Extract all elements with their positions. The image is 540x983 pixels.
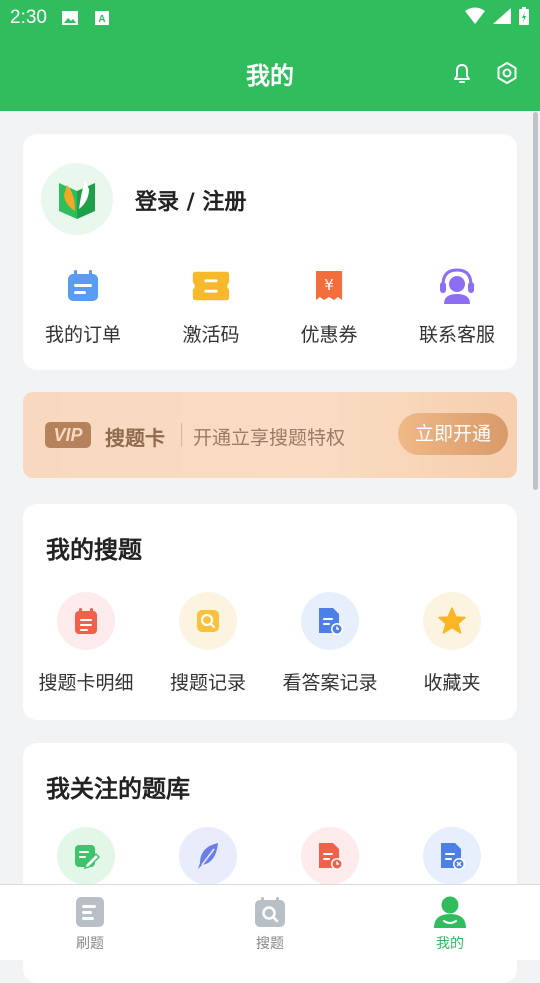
followed-item[interactable] (148, 827, 268, 885)
followed-item[interactable] (392, 827, 512, 885)
svg-text:A: A (98, 14, 105, 25)
tab-search[interactable]: 搜题 (210, 885, 330, 953)
answer-record-icon (301, 592, 359, 650)
vip-description: 开通立享搜题特权 (193, 427, 346, 449)
favorites[interactable]: 收藏夹 (392, 592, 512, 695)
profile-card: 登录 / 注册 我的订单 激活码 ¥ 优惠券 联系客服 (23, 134, 517, 370)
tab-label: 刷题 (76, 936, 104, 952)
vip-card-name: 搜题卡 (105, 426, 165, 450)
bell-icon[interactable] (450, 61, 474, 85)
vip-badge: VIP (45, 422, 91, 448)
battery-icon (518, 6, 530, 30)
keyboard-a-icon: A (93, 10, 111, 26)
vip-divider (181, 423, 182, 447)
grid-label: 搜题卡明细 (38, 672, 134, 694)
grid-label: 搜题记录 (169, 672, 246, 694)
svg-text:¥: ¥ (324, 276, 334, 294)
answer-record[interactable]: 看答案记录 (270, 592, 390, 695)
profile-icon (433, 895, 467, 929)
tab-label: 搜题 (256, 936, 284, 952)
gallery-icon (61, 10, 79, 26)
calendar-icon (63, 266, 103, 306)
card-detail-icon (57, 592, 115, 650)
followed-item[interactable] (26, 827, 146, 885)
followed-item[interactable] (270, 827, 390, 885)
ticket-icon (191, 266, 231, 306)
search-record-icon (179, 592, 237, 650)
tab-profile[interactable]: 我的 (390, 885, 510, 953)
avatar[interactable] (41, 163, 113, 235)
search-record[interactable]: 搜题记录 (148, 592, 268, 695)
cell-signal-icon (492, 7, 512, 29)
bottom-tab-bar: 刷题 搜题 我的 (0, 884, 540, 960)
coupon-icon: ¥ (309, 266, 349, 306)
quick-label: 激活码 (182, 324, 240, 346)
practice-icon (73, 895, 107, 929)
vip-banner[interactable]: VIP 搜题卡 开通立享搜题特权 立即开通 (23, 392, 517, 478)
star-icon (423, 592, 481, 650)
quick-label: 我的订单 (44, 324, 121, 346)
quick-label: 优惠券 (300, 324, 358, 346)
status-time: 2:30 (10, 7, 47, 28)
section-title: 我关注的题库 (46, 775, 190, 803)
vip-activate-button[interactable]: 立即开通 (398, 413, 508, 455)
quick-customer-service[interactable]: 联系客服 (397, 266, 517, 347)
quick-activation-code[interactable]: 激活码 (151, 266, 271, 347)
wifi-icon (464, 7, 486, 29)
section-title: 我的搜题 (46, 536, 142, 564)
header-bar: 我的 (0, 36, 540, 111)
my-search-card: 我的搜题 搜题卡明细 搜题记录 看答案记录 收藏夹 (23, 504, 517, 720)
quick-my-orders[interactable]: 我的订单 (23, 266, 143, 347)
tab-practice[interactable]: 刷题 (30, 885, 150, 953)
quick-label: 联系客服 (418, 324, 495, 346)
gear-icon[interactable] (495, 61, 519, 85)
headset-icon (437, 266, 477, 306)
remove-doc-icon (423, 827, 481, 885)
edit-doc-icon (57, 827, 115, 885)
grid-label: 收藏夹 (423, 672, 481, 694)
search-card-detail[interactable]: 搜题卡明细 (26, 592, 146, 695)
quick-coupons[interactable]: ¥ 优惠券 (269, 266, 389, 347)
tab-label: 我的 (436, 936, 464, 952)
feather-icon (179, 827, 237, 885)
login-register-link[interactable]: 登录 / 注册 (135, 184, 246, 216)
clock-doc-icon (301, 827, 359, 885)
search-tab-icon (253, 895, 287, 929)
status-bar: 2:30 A (0, 0, 540, 36)
scrollbar[interactable] (533, 112, 538, 490)
grid-label: 看答案记录 (282, 672, 378, 694)
